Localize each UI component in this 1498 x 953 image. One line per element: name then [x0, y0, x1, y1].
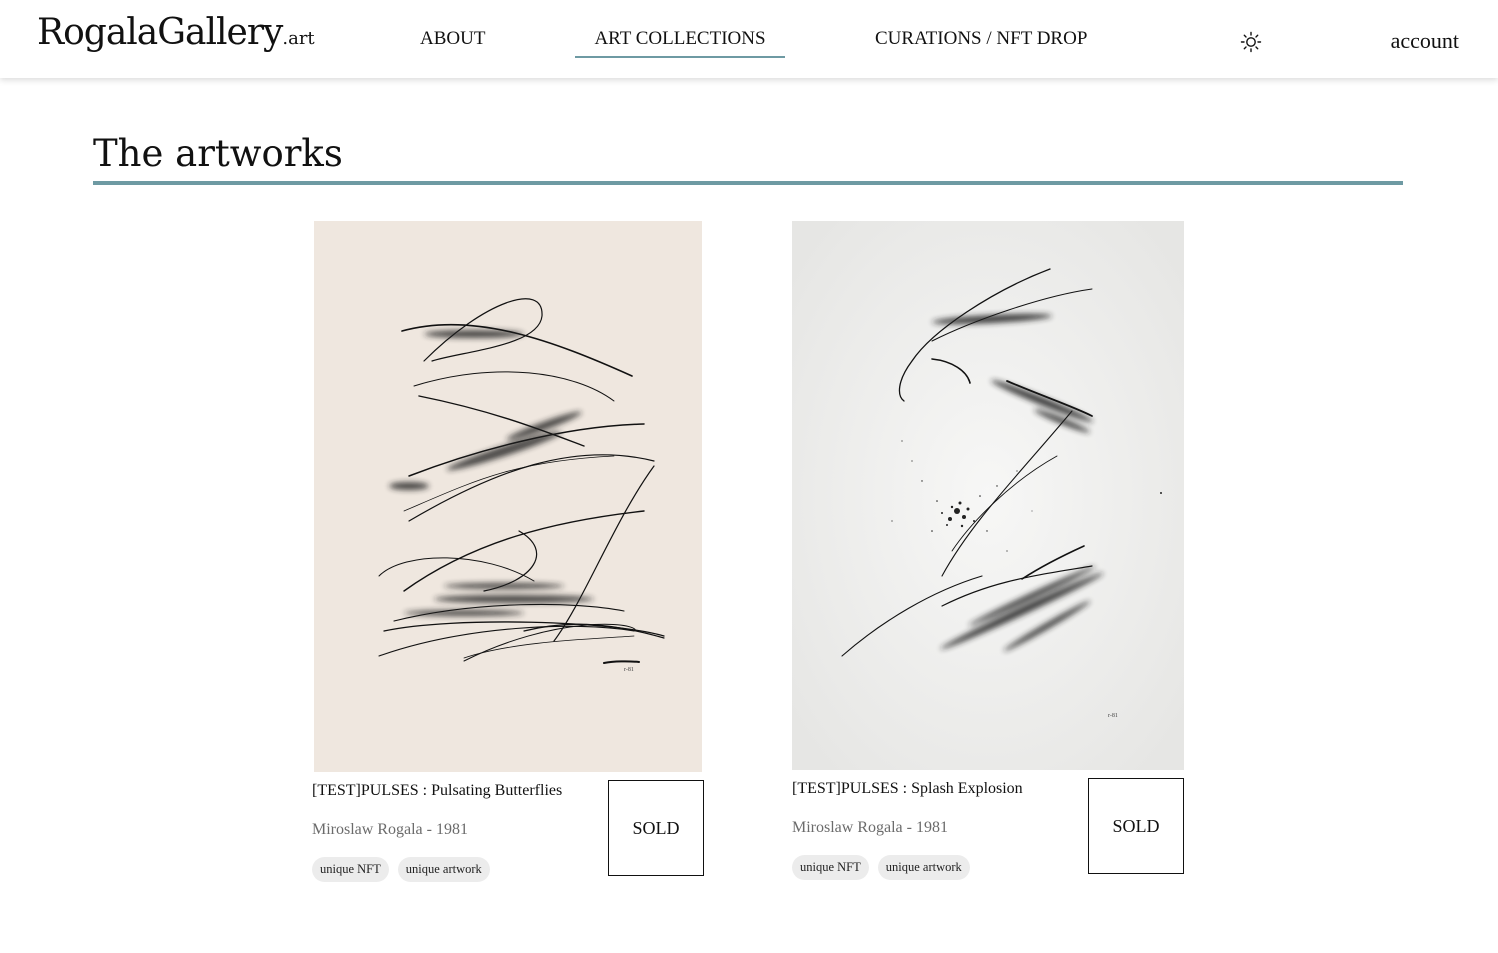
artwork-artist: Miroslaw Rogala - 1981 — [312, 821, 468, 838]
svg-text:r-81: r-81 — [624, 667, 634, 673]
sold-button[interactable]: SOLD — [1088, 778, 1184, 874]
logo-main: RogalaGallery — [37, 12, 283, 53]
svg-text:r-81: r-81 — [1108, 713, 1118, 719]
site-header: RogalaGallery.art ABOUT ART COLLECTIONS … — [0, 0, 1498, 78]
artwork-card: r-81 [TEST]PULSES : Pulsating Butterflie… — [312, 221, 704, 892]
sun-icon[interactable] — [1239, 30, 1263, 54]
nav-curations-nft-drop[interactable]: CURATIONS / NFT DROP — [875, 28, 1087, 50]
account-link[interactable]: account — [1391, 28, 1459, 54]
tag-unique-nft: unique NFT — [792, 855, 869, 880]
tag-unique-artwork: unique artwork — [397, 857, 490, 882]
tag-unique-artwork: unique artwork — [877, 855, 970, 880]
artwork-title[interactable]: [TEST]PULSES : Splash Explosion — [792, 780, 1023, 798]
tag-unique-nft: unique NFT — [312, 857, 389, 882]
page-title: The artworks — [93, 132, 343, 175]
site-logo[interactable]: RogalaGallery.art — [37, 12, 315, 53]
nav-art-collections[interactable]: ART COLLECTIONS — [575, 28, 785, 58]
nav-about[interactable]: ABOUT — [420, 28, 485, 50]
artwork-artist: Miroslaw Rogala - 1981 — [792, 819, 948, 836]
artwork-info: [TEST]PULSES : Splash Explosion Miroslaw… — [792, 770, 1184, 890]
artwork-image-pulsating-butterflies[interactable]: r-81 — [314, 221, 702, 772]
sold-button[interactable]: SOLD — [608, 780, 704, 876]
artwork-card: r-81 [TEST]PULSES : Splash Explosion Mir… — [792, 221, 1184, 890]
logo-tld: .art — [282, 28, 315, 49]
artwork-title[interactable]: [TEST]PULSES : Pulsating Butterflies — [312, 782, 562, 800]
artwork-tags: unique NFT unique artwork — [792, 855, 970, 880]
title-divider — [93, 181, 1403, 185]
artwork-tags: unique NFT unique artwork — [312, 857, 490, 882]
artwork-info: [TEST]PULSES : Pulsating Butterflies Mir… — [312, 772, 704, 892]
artwork-image-splash-explosion[interactable]: r-81 — [792, 221, 1184, 770]
